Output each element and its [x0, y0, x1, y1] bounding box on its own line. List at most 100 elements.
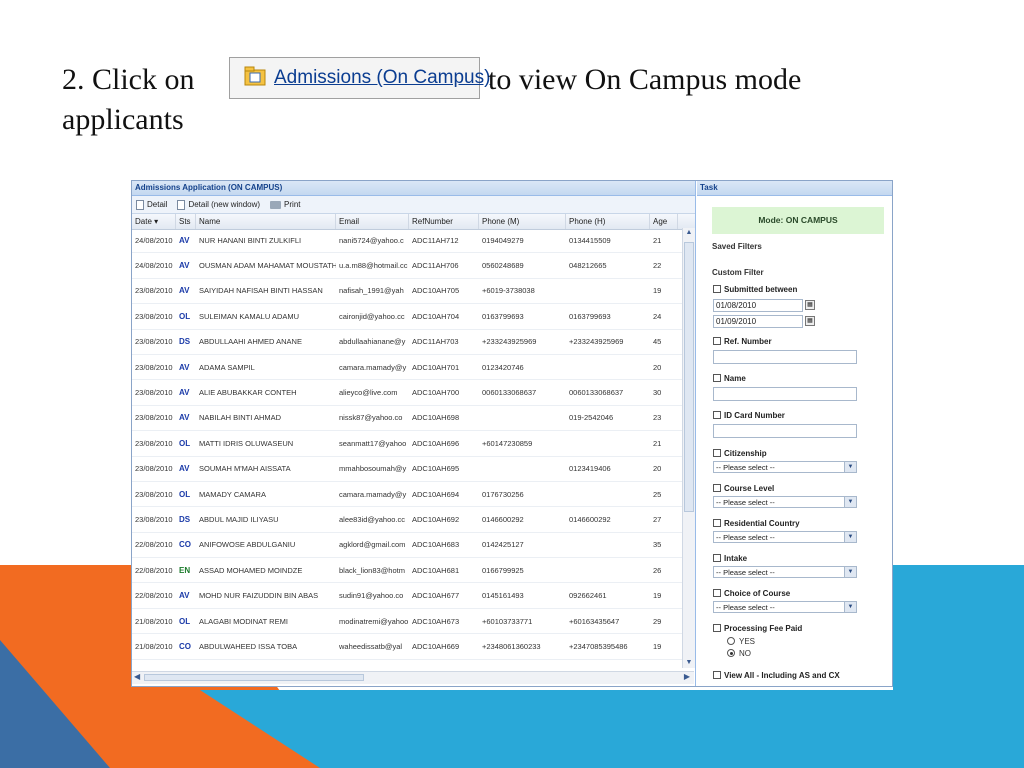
column-header[interactable]: Age [650, 214, 678, 229]
document-icon [177, 199, 186, 210]
scroll-left-icon[interactable]: ◀ [134, 672, 140, 681]
table-row[interactable]: 21/08/2010 OL ALAGABI MODINAT REMI modinatr… [132, 609, 682, 635]
status-badge: OL [179, 438, 191, 448]
choice-of-course-checkbox[interactable] [713, 589, 721, 597]
fee-no-radio[interactable] [727, 649, 735, 657]
table-cell: 0146600292 [569, 514, 611, 524]
print-button[interactable]: Print [270, 200, 301, 209]
table-cell: ADC10AH694 [412, 489, 460, 499]
table-cell: 19 [653, 641, 662, 651]
table-cell: 0163799693 [482, 311, 524, 321]
citizenship-select[interactable]: -- Please select -- ▼ [713, 461, 857, 473]
course-level-select[interactable]: -- Please select -- ▼ [713, 496, 857, 508]
table-row[interactable]: 24/08/2010 AV NUR HANANI BINTI ZULKIFLI nan… [132, 228, 682, 254]
column-header[interactable]: Email [336, 214, 409, 229]
table-cell: 22/08/2010 [135, 591, 173, 601]
submitted-between-checkbox[interactable] [713, 285, 721, 293]
table-cell: camara.mamady@y [339, 362, 407, 372]
table-cell: OUSMAN ADAM MAHAMAT MOUSTATH [199, 261, 336, 271]
table-cell: 19 [653, 286, 662, 296]
table-cell: 45 [653, 337, 662, 347]
table-cell: sudin91@yahoo.co [339, 591, 404, 601]
scroll-thumb[interactable] [684, 242, 694, 512]
table-row[interactable]: 23/08/2010 AV SAIYIDAH NAFISAH BINTI HASSA… [132, 279, 682, 305]
table-cell: ASSAD MOHAMED MOINDZE [199, 565, 303, 575]
grid-body: 24/08/2010 AV NUR HANANI BINTI ZULKIFLI nan… [132, 228, 682, 668]
detail-button[interactable]: Detail [136, 199, 167, 210]
table-cell: NUR HANANI BINTI ZULKIFLI [199, 235, 302, 245]
table-cell: ADC10AH705 [412, 286, 460, 296]
table-row[interactable]: 23/08/2010 AV NABILAH BINTI AHMAD nissk87@y… [132, 406, 682, 432]
toolbar: Detail Detail (new window) Print [132, 196, 695, 214]
column-header[interactable]: Name [196, 214, 336, 229]
name-input[interactable] [713, 387, 857, 401]
scroll-right-icon[interactable]: ▶ [684, 672, 690, 681]
scroll-down-icon[interactable]: ▼ [683, 658, 695, 668]
citizenship-checkbox[interactable] [713, 449, 721, 457]
table-row[interactable]: 23/08/2010 OL MATTI IDRIS OLUWASEUN seanmat… [132, 431, 682, 457]
table-cell: nafisah_1991@yah [339, 286, 404, 296]
table-cell: +233243925969 [482, 337, 537, 347]
course-level-checkbox[interactable] [713, 484, 721, 492]
instruction-line2: applicants [62, 103, 184, 136]
residential-country-checkbox[interactable] [713, 519, 721, 527]
table-cell: 24/08/2010 [135, 261, 173, 271]
table-cell: 27 [653, 514, 662, 524]
table-cell: +2347085395486 [569, 641, 628, 651]
horizontal-scrollbar[interactable]: ◀ ▶ [132, 671, 694, 684]
intake-select[interactable]: -- Please select -- ▼ [713, 566, 857, 578]
column-header[interactable]: Sts [176, 214, 196, 229]
column-header[interactable]: Date ▾ [132, 214, 176, 229]
table-row[interactable]: 21/08/2010COAGBAJE OLATUNDE FALIUDOLATUN… [132, 660, 682, 668]
admissions-on-campus-button[interactable]: Admissions (On Campus) [229, 57, 490, 99]
table-cell: mmahbosoumah@y [339, 464, 407, 474]
table-row[interactable]: 23/08/2010 DS ABDUL MAJID ILIYASU alee83id@… [132, 507, 682, 533]
fee-yes-radio[interactable] [727, 637, 735, 645]
id-card-input[interactable] [713, 424, 857, 438]
status-badge: AV [179, 591, 190, 601]
name-checkbox[interactable] [713, 374, 721, 382]
residential-country-select[interactable]: -- Please select -- ▼ [713, 531, 857, 543]
table-row[interactable]: 23/08/2010 OL SULEIMAN KAMALU ADAMU caironj… [132, 304, 682, 330]
table-row[interactable]: 23/08/2010 OL MAMADY CAMARA camara.mamady@y… [132, 482, 682, 508]
table-row[interactable]: 23/08/2010 AV ALIE ABUBAKKAR CONTEH alieyco… [132, 380, 682, 406]
table-row[interactable]: 22/08/2010 EN ASSAD MOHAMED MOINDZE black_l… [132, 558, 682, 584]
id-card-checkbox[interactable] [713, 411, 721, 419]
instruction-suffix: to view On Campus mode [488, 63, 802, 96]
column-header[interactable]: RefNumber [409, 214, 479, 229]
table-row[interactable]: 23/08/2010 DS ABDULLAAHI AHMED ANANE abdull… [132, 330, 682, 355]
column-header[interactable]: Phone (M) [479, 214, 566, 229]
choice-of-course-select[interactable]: -- Please select -- ▼ [713, 601, 857, 613]
detail-new-window-button[interactable]: Detail (new window) [177, 199, 260, 210]
table-cell: 21 [653, 235, 662, 245]
date-to-field[interactable]: 01/09/2010 [713, 315, 803, 328]
status-badge: AV [179, 261, 190, 271]
table-cell: ADC10AH692 [412, 514, 460, 524]
table-cell: 24/08/2010 [135, 235, 173, 245]
table-cell: 23/08/2010 [135, 464, 173, 474]
vertical-scrollbar[interactable]: ▲ ▼ [682, 228, 695, 668]
status-badge: AV [179, 286, 190, 296]
table-row[interactable]: 22/08/2010 AV MOHD NUR FAIZUDDIN BIN ABAS s… [132, 583, 682, 609]
calendar-icon[interactable]: ▦ [805, 300, 815, 310]
table-cell: 0145161493 [482, 591, 524, 601]
scroll-up-icon[interactable]: ▲ [683, 228, 695, 238]
column-header[interactable]: Phone (H) [566, 214, 650, 229]
intake-checkbox[interactable] [713, 554, 721, 562]
table-row[interactable]: 22/08/2010 CO ANIFOWOSE ABDULGANIU agklord@… [132, 533, 682, 559]
ref-number-checkbox[interactable] [713, 337, 721, 345]
table-row[interactable]: 24/08/2010 AV OUSMAN ADAM MAHAMAT MOUSTATH… [132, 253, 682, 279]
ref-number-input[interactable] [713, 350, 857, 364]
table-row[interactable]: 23/08/2010 AV SOUMAH M'MAH AISSATA mmahboso… [132, 457, 682, 482]
table-cell: MATTI IDRIS OLUWASEUN [199, 438, 294, 448]
view-all-checkbox[interactable] [713, 671, 721, 679]
table-row[interactable]: 23/08/2010 AV ADAMA SAMPIL camara.mamady@y A… [132, 355, 682, 381]
date-from-field[interactable]: 01/08/2010 [713, 299, 803, 312]
table-cell: abdullaahianane@y [339, 337, 406, 347]
calendar-icon[interactable]: ▦ [805, 316, 815, 326]
table-row[interactable]: 21/08/2010 CO ABDULWAHEED ISSA TOBA waheedi… [132, 634, 682, 660]
table-cell: ADAMA SAMPIL [199, 362, 255, 372]
processing-fee-checkbox[interactable] [713, 624, 721, 632]
hscroll-thumb[interactable] [144, 674, 364, 681]
table-cell: caironjid@yahoo.cc [339, 311, 405, 321]
